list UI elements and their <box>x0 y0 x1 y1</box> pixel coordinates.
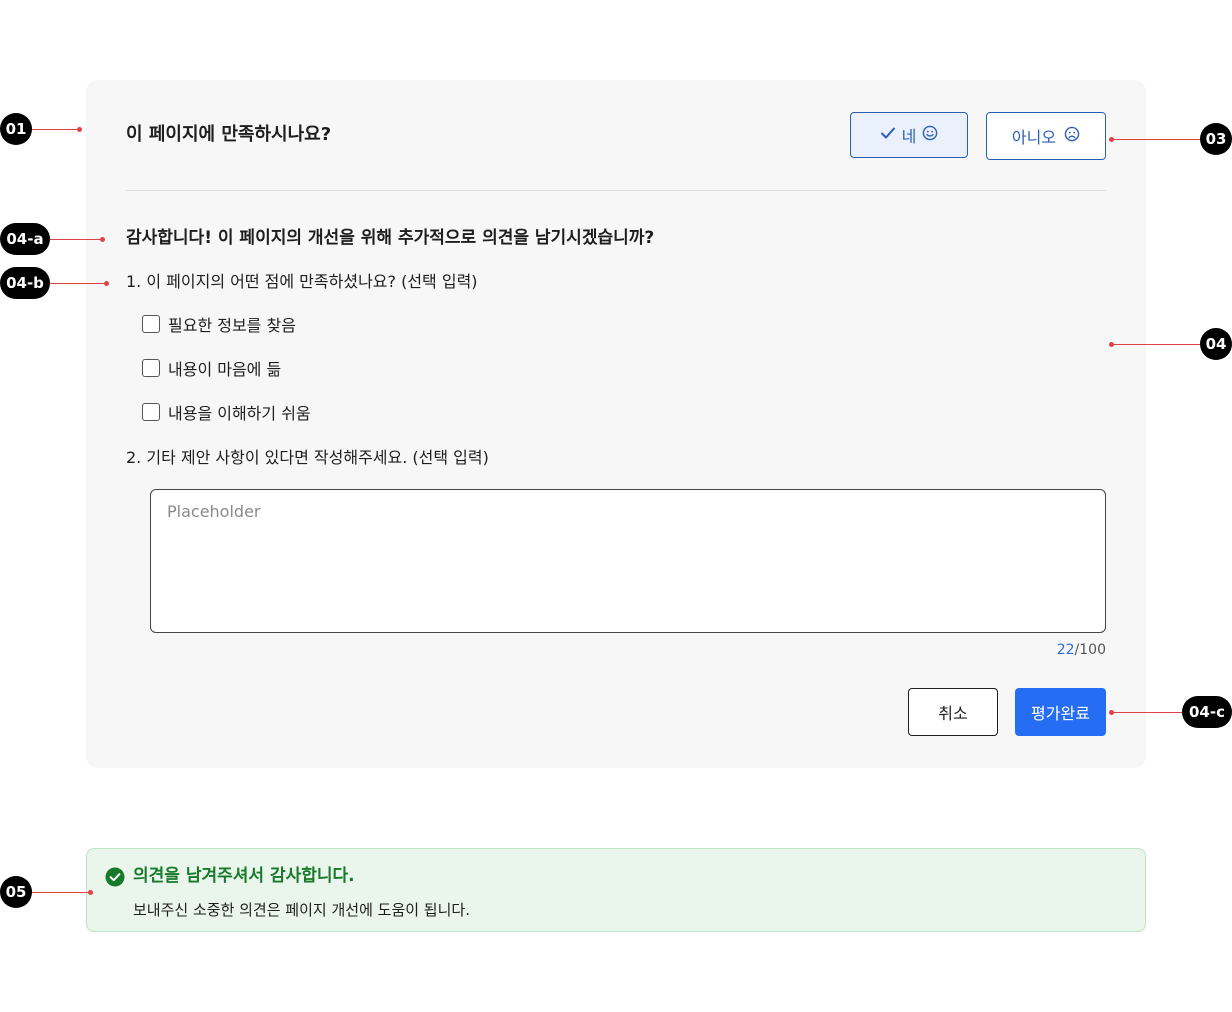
annotation-marker-01: 01 <box>0 113 32 145</box>
annotation-dot <box>104 281 109 286</box>
char-counter: 22/100 <box>1054 642 1106 658</box>
satisfaction-survey-panel: 이 페이지에 만족하시나요? 네 아니오 감사합니다! 이 페이지의 개선을 위… <box>86 80 1146 768</box>
annotation-line <box>1112 344 1200 345</box>
checkbox[interactable] <box>142 359 160 377</box>
no-button[interactable]: 아니오 <box>986 112 1106 160</box>
annotation-line <box>1112 139 1200 140</box>
annotation-line <box>50 283 106 284</box>
smile-icon <box>922 125 938 145</box>
textarea-placeholder: Placeholder <box>167 502 261 521</box>
annotation-line <box>1112 712 1182 713</box>
option-label: 필요한 정보를 찾음 <box>168 316 296 335</box>
option-label: 내용을 이해하기 쉬움 <box>168 404 311 423</box>
annotation-marker-04c: 04-c <box>1182 696 1232 728</box>
question-1: 1. 이 페이지의 어떤 점에 만족하셨나요? (선택 입력) <box>126 271 478 293</box>
checkbox[interactable] <box>142 315 160 333</box>
frown-icon <box>1064 126 1080 146</box>
annotation-marker-05: 05 <box>0 876 32 908</box>
option-checkbox-content-liked[interactable]: 내용이 마음에 듦 <box>142 356 281 380</box>
check-circle-icon <box>105 867 125 887</box>
submit-button[interactable]: 평가완료 <box>1015 688 1106 736</box>
yes-label: 네 <box>901 127 917 146</box>
divider <box>126 190 1106 191</box>
no-label: 아니오 <box>1011 128 1057 147</box>
annotation-line <box>32 892 90 893</box>
question-1-number: 1. <box>126 272 142 291</box>
annotation-dot <box>88 890 93 895</box>
question-2-text: 기타 제안 사항이 있다면 작성해주세요. (선택 입력) <box>146 448 489 467</box>
char-count-current: 22 <box>1056 642 1075 658</box>
annotation-dot <box>1109 710 1114 715</box>
annotation-marker-04a: 04-a <box>0 223 50 255</box>
annotation-dot <box>77 127 82 132</box>
annotation-marker-04b: 04-b <box>0 267 50 299</box>
option-checkbox-easy-to-understand[interactable]: 내용을 이해하기 쉬움 <box>142 400 311 424</box>
suggestion-textarea[interactable]: Placeholder <box>150 489 1106 633</box>
option-label: 내용이 마음에 듦 <box>168 360 282 379</box>
annotation-line <box>32 129 78 130</box>
success-alert: 의견을 남겨주셔서 감사합니다. 보내주신 소중한 의견은 페이지 개선에 도움… <box>86 848 1146 932</box>
checkbox[interactable] <box>142 403 160 421</box>
annotation-dot <box>1109 342 1114 347</box>
survey-question: 이 페이지에 만족하시나요? <box>126 124 332 145</box>
annotation-marker-03: 03 <box>1200 123 1232 155</box>
question-2: 2. 기타 제안 사항이 있다면 작성해주세요. (선택 입력) <box>126 447 489 469</box>
check-icon <box>880 125 896 145</box>
option-checkbox-info-found[interactable]: 필요한 정보를 찾음 <box>142 312 296 336</box>
question-2-number: 2. <box>126 448 142 467</box>
annotation-dot <box>1109 137 1114 142</box>
annotation-dot <box>100 237 105 242</box>
success-body: 보내주신 소중한 의견은 페이지 개선에 도움이 됩니다. <box>133 901 470 919</box>
cancel-button[interactable]: 취소 <box>908 688 998 736</box>
char-count-max: /100 <box>1074 642 1106 658</box>
annotation-line <box>50 239 102 240</box>
yes-button[interactable]: 네 <box>850 112 968 158</box>
annotation-marker-04: 04 <box>1200 328 1232 360</box>
success-title: 의견을 남겨주셔서 감사합니다. <box>133 866 355 886</box>
question-1-text: 이 페이지의 어떤 점에 만족하셨나요? (선택 입력) <box>146 272 478 291</box>
followup-title: 감사합니다! 이 페이지의 개선을 위해 추가적으로 의견을 남기시겠습니까? <box>126 228 655 248</box>
